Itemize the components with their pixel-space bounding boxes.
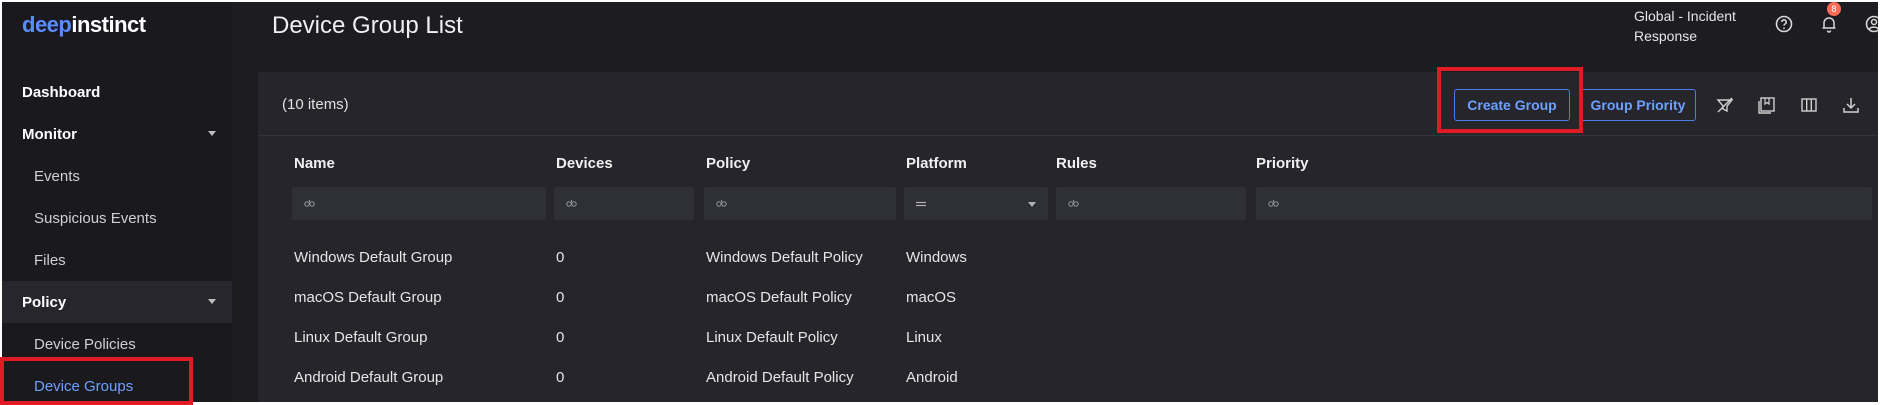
cell-platform: Android <box>906 369 958 386</box>
help-icon[interactable] <box>1774 14 1794 34</box>
policy-filter-input[interactable] <box>704 187 896 220</box>
sidebar-item-files[interactable]: Files <box>2 239 232 281</box>
header: Device Group List Global - Incident Resp… <box>232 2 1878 70</box>
sidebar-item-suspicious-events[interactable]: Suspicious Events <box>2 197 232 239</box>
column-header-devices[interactable]: Devices <box>556 155 613 172</box>
column-header-policy[interactable]: Policy <box>706 155 750 172</box>
cell-devices: 0 <box>556 329 565 346</box>
create-group-button[interactable]: Create Group <box>1454 89 1570 121</box>
filter-icon <box>716 200 727 207</box>
user-account-icon[interactable] <box>1864 14 1878 34</box>
app-window: deepinstinct Dashboard Monitor Events Su… <box>2 2 1878 402</box>
cell-platform: Linux <box>906 329 942 346</box>
cell-devices: 0 <box>556 249 565 266</box>
cell-policy: macOS Default Policy <box>706 289 852 306</box>
tenant-selector[interactable]: Global - Incident Response <box>1634 6 1754 46</box>
page-title: Device Group List <box>272 12 463 39</box>
cell-name: Android Default Group <box>294 369 444 386</box>
cell-policy: Android Default Policy <box>706 369 854 386</box>
notification-badge: 8 <box>1827 2 1841 16</box>
cell-devices: 0 <box>556 369 565 386</box>
cell-name: Windows Default Group <box>294 249 453 266</box>
cell-policy: Windows Default Policy <box>706 249 863 266</box>
column-header-rules[interactable]: Rules <box>1056 155 1097 172</box>
rules-filter-input[interactable] <box>1056 187 1246 220</box>
column-header-platform[interactable]: Platform <box>906 155 967 172</box>
priority-filter-input[interactable] <box>1256 187 1872 220</box>
cell-devices: 0 <box>556 289 565 306</box>
columns-icon[interactable] <box>1798 94 1820 116</box>
platform-filter-select[interactable] <box>904 187 1048 220</box>
download-icon[interactable] <box>1840 94 1862 116</box>
cell-platform: macOS <box>906 289 957 306</box>
chevron-down-icon <box>1028 202 1036 207</box>
logo[interactable]: deepinstinct <box>22 12 146 38</box>
column-header-priority[interactable]: Priority <box>1256 155 1309 172</box>
sidebar-item-policy[interactable]: Policy <box>2 281 232 323</box>
filter-icon <box>1068 200 1079 207</box>
sidebar-item-monitor[interactable]: Monitor <box>2 113 232 155</box>
filter-icon <box>566 200 577 207</box>
toolbar: (10 items) Create Group Group Priority <box>258 72 1878 136</box>
chevron-down-icon <box>208 299 216 304</box>
save-view-icon[interactable] <box>1756 94 1778 116</box>
devices-filter-input[interactable] <box>554 187 694 220</box>
device-group-panel: (10 items) Create Group Group Priority N… <box>258 72 1878 402</box>
sidebar: deepinstinct Dashboard Monitor Events Su… <box>2 2 232 402</box>
sidebar-item-device-policies[interactable]: Device Policies <box>2 323 232 365</box>
name-filter-input[interactable] <box>292 187 546 220</box>
cell-platform: Windows <box>906 249 967 266</box>
sidebar-item-device-groups[interactable]: Device Groups <box>2 365 232 402</box>
clear-filters-icon[interactable] <box>1714 94 1736 116</box>
cell-name: macOS Default Group <box>294 289 442 306</box>
group-priority-button[interactable]: Group Priority <box>1580 89 1696 121</box>
filter-icon <box>304 200 315 207</box>
bell-icon[interactable] <box>1819 14 1839 34</box>
sidebar-item-dashboard[interactable]: Dashboard <box>2 71 232 113</box>
equals-icon <box>916 201 926 207</box>
column-header-name[interactable]: Name <box>294 155 335 172</box>
chevron-down-icon <box>208 131 216 136</box>
cell-name: Linux Default Group <box>294 329 428 346</box>
sidebar-item-events[interactable]: Events <box>2 155 232 197</box>
cell-policy: Linux Default Policy <box>706 329 838 346</box>
items-count: (10 items) <box>282 96 349 113</box>
filter-icon <box>1268 200 1279 207</box>
